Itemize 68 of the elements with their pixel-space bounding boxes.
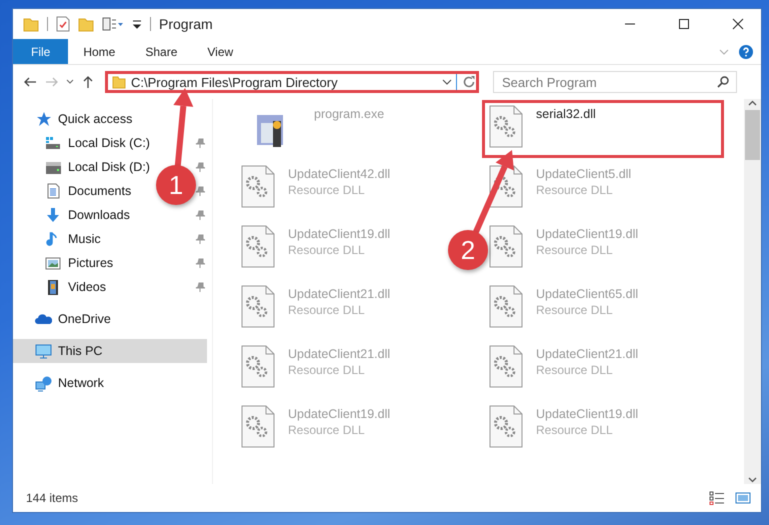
scrollbar[interactable] xyxy=(744,99,761,484)
file-menu-tab[interactable]: File xyxy=(13,39,68,64)
monitor-icon xyxy=(35,342,52,360)
picture-icon xyxy=(45,254,62,272)
refresh-icon[interactable] xyxy=(462,75,476,89)
sidebar-item[interactable]: Music xyxy=(68,232,101,246)
star-icon xyxy=(35,110,52,128)
sidebar-item[interactable]: Documents xyxy=(68,184,132,198)
scroll-down-icon[interactable] xyxy=(748,475,757,484)
ribbon-tab[interactable]: Share xyxy=(130,39,192,64)
sidebar-item[interactable]: Local Disk (D:) xyxy=(68,160,150,174)
gears-file-icon xyxy=(489,105,523,148)
file-type: Resource DLL xyxy=(288,183,366,197)
file-type: Resource DLL xyxy=(536,243,614,257)
file-type: Resource DLL xyxy=(288,423,366,437)
sidebar-item[interactable]: Quick access xyxy=(58,112,132,126)
drive-icon xyxy=(45,134,62,152)
dropdown-icon[interactable] xyxy=(442,78,452,86)
window-title: Program xyxy=(159,16,214,32)
file-item[interactable]: serial32.dll xyxy=(485,103,721,155)
ribbon-tab[interactable]: Home xyxy=(68,39,130,64)
file-type: Resource DLL xyxy=(536,363,614,377)
sidebar-item[interactable]: Pictures xyxy=(68,256,114,270)
item-count: 144 items xyxy=(26,491,80,505)
sidebar-item[interactable]: Videos xyxy=(68,280,106,294)
search-field[interactable]: Search Program xyxy=(493,71,737,93)
folder-icon xyxy=(112,75,126,89)
sidebar-item[interactable]: This PC xyxy=(13,339,207,363)
file-type: Resource DLL xyxy=(288,363,366,377)
file-type: Resource DLL xyxy=(288,243,366,257)
gears-file-icon xyxy=(241,285,275,328)
back-icon xyxy=(23,75,38,89)
gears-file-icon xyxy=(489,405,523,448)
file-type: Resource DLL xyxy=(288,303,366,317)
up-icon xyxy=(81,75,95,89)
gears-file-icon xyxy=(241,225,275,268)
scroll-up-icon[interactable] xyxy=(748,99,757,108)
properties-icon[interactable] xyxy=(56,16,70,32)
file-type: Resource DLL xyxy=(536,303,614,317)
scrollbar-thumb[interactable] xyxy=(745,110,760,160)
document-icon xyxy=(45,182,62,200)
close-icon xyxy=(732,18,744,30)
gears-file-icon xyxy=(489,225,523,268)
gears-file-icon xyxy=(241,165,275,208)
view-options-icon[interactable] xyxy=(102,16,124,32)
search-icon xyxy=(717,76,729,88)
up-button[interactable] xyxy=(81,75,95,89)
sidebar-item[interactable]: Local Disk (C:) xyxy=(68,136,150,150)
gears-file-icon xyxy=(241,345,275,388)
file-type: Resource DLL xyxy=(536,183,614,197)
ribbon-tab[interactable]: View xyxy=(192,39,248,64)
maximize-icon xyxy=(678,18,690,30)
download-icon xyxy=(45,206,62,224)
file-type: Resource DLL xyxy=(536,423,614,437)
gears-file-icon xyxy=(489,345,523,388)
gears-file-icon xyxy=(489,285,523,328)
large-icons-view-icon[interactable] xyxy=(735,491,751,505)
address-bar[interactable]: C:\Program Files\Program Directory xyxy=(105,71,479,93)
sidebar-item[interactable]: OneDrive xyxy=(58,312,111,326)
gears-file-icon xyxy=(241,405,275,448)
back-button[interactable] xyxy=(23,75,38,89)
sidebar-item[interactable]: Network xyxy=(58,376,104,390)
forward-icon xyxy=(44,75,59,89)
network-icon xyxy=(35,374,52,392)
sidebar-item[interactable]: Downloads xyxy=(68,208,130,222)
details-view-icon[interactable] xyxy=(709,491,725,505)
address-path: C:\Program Files\Program Directory xyxy=(131,74,339,90)
help-icon[interactable] xyxy=(739,44,753,58)
